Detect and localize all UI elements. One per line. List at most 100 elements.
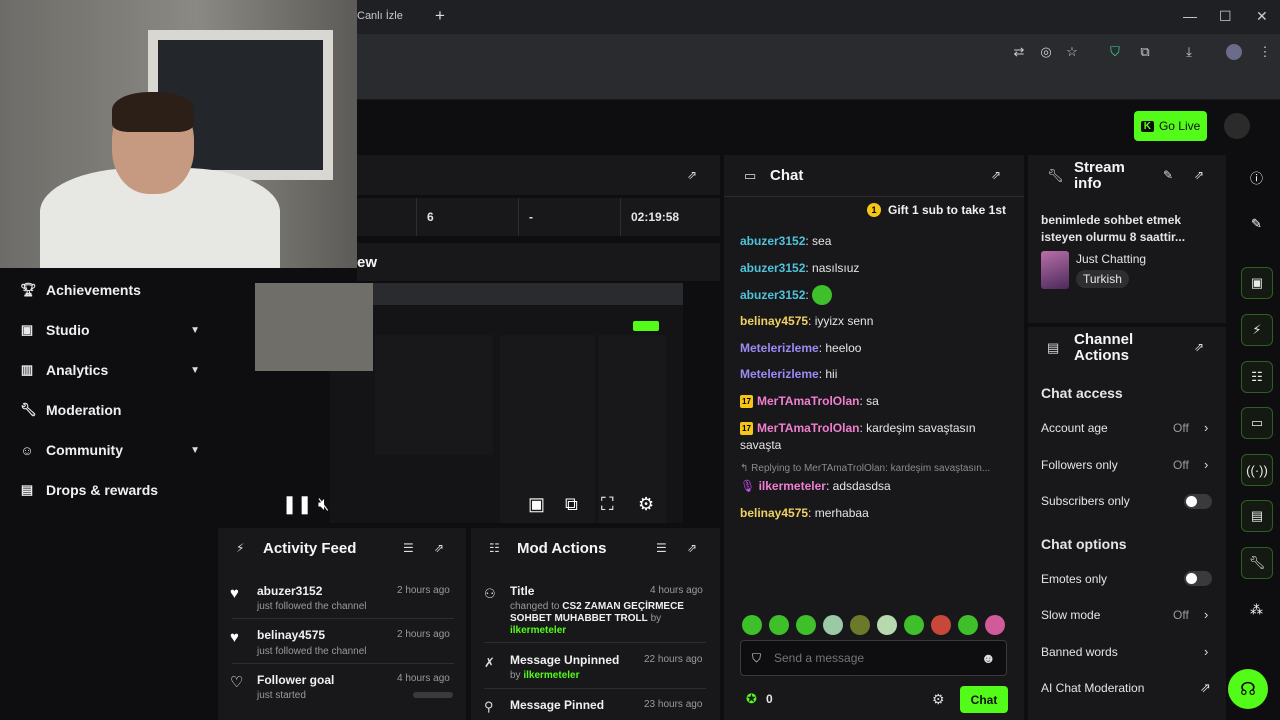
filter-icon[interactable]: ☰ (656, 541, 667, 555)
star-icon[interactable]: ☆ (1064, 44, 1080, 60)
new-tab-button[interactable]: + (435, 6, 445, 26)
kick-logo-icon: K (1140, 120, 1154, 132)
divider (484, 642, 706, 643)
chat-username[interactable]: MerTAmaTrolOlan (757, 394, 859, 408)
subscribers-only-toggle[interactable] (1184, 494, 1212, 509)
sidebar-item-analytics[interactable]: ▥ Analytics ▼ (20, 359, 200, 381)
sidebar-item-studio[interactable]: ▣ Studio ▼ (20, 319, 200, 341)
category-name[interactable]: Just Chatting (1076, 252, 1146, 266)
more-icon[interactable]: ⁂ (1250, 602, 1263, 618)
sidebar-item-drops[interactable]: ▤ Drops & rewards (20, 479, 200, 501)
translate-icon[interactable]: ⇄ (1011, 44, 1027, 60)
chat-username[interactable]: MerTAmaTrolOlan (757, 421, 859, 435)
help-headset-icon[interactable]: ☊ (1228, 669, 1268, 709)
slow-mode-label[interactable]: Slow mode (1041, 608, 1100, 622)
emote-icon[interactable] (985, 615, 1005, 635)
feed-item-sub: just followed the channel (257, 601, 367, 612)
chat-message-input[interactable] (774, 648, 974, 668)
chat-username[interactable]: ilkermeteler (759, 479, 826, 493)
settings-icon[interactable]: ⚙ (932, 691, 945, 708)
clip-icon[interactable]: ⧉ (565, 494, 578, 515)
feed-item-name: belinay4575 (257, 628, 326, 642)
user-avatar[interactable] (1224, 113, 1250, 139)
followers-only-value[interactable]: Off (1173, 458, 1189, 472)
popout-icon[interactable]: ⇗ (687, 541, 697, 555)
minimize-button[interactable]: — (1183, 8, 1197, 24)
popout-icon[interactable]: ⇗ (434, 541, 444, 555)
pause-icon[interactable]: ❚❚ (282, 494, 312, 515)
mod-item-user[interactable]: ilkermeteler (523, 670, 579, 681)
mute-icon[interactable]: 🔇︎ (318, 494, 329, 515)
broadcast-icon[interactable]: ((·)) (1241, 454, 1273, 486)
chat-username[interactable]: belinay4575 (740, 314, 808, 328)
chat-message: 🎙︎ ilkermeteler: adsdasdsa (740, 479, 891, 493)
chat-icon[interactable]: ▭ (1241, 407, 1273, 439)
chat-username[interactable]: abuzer3152 (740, 261, 805, 275)
profile-icon[interactable] (1226, 44, 1242, 60)
emotes-only-toggle[interactable] (1184, 571, 1212, 586)
preview-screen (255, 283, 683, 523)
emote-icon[interactable] (742, 615, 762, 635)
chat-username[interactable]: Metelerizleme (740, 367, 819, 381)
lightning-icon[interactable]: ⚡︎ (1241, 314, 1273, 346)
emote-bar (742, 615, 1005, 635)
chevron-right-icon[interactable]: › (1204, 607, 1208, 622)
emote-icon[interactable] (931, 615, 951, 635)
chat-username[interactable]: belinay4575 (740, 506, 808, 520)
chevron-right-icon[interactable]: › (1204, 457, 1208, 472)
points-icon[interactable]: ✪ (746, 691, 757, 707)
sidebar-item-community[interactable]: ☺ Community ▼ (20, 439, 200, 461)
popout-icon[interactable]: ⇗ (1194, 340, 1204, 354)
chevron-right-icon[interactable]: › (1204, 420, 1208, 435)
banned-words-label[interactable]: Banned words (1041, 645, 1118, 659)
shield-icon[interactable]: ⛉ (1107, 44, 1123, 60)
ai-moderation-label[interactable]: AI Chat Moderation (1041, 681, 1144, 695)
download-icon[interactable]: ⤓ (1181, 44, 1197, 60)
list-icon[interactable]: ☷ (1241, 361, 1273, 393)
extensions-icon[interactable]: ⧉ (1137, 44, 1153, 60)
slow-mode-value[interactable]: Off (1173, 608, 1189, 622)
filter-icon[interactable]: ☰ (403, 541, 414, 555)
wrench-icon[interactable]: 🔧︎ (1241, 547, 1273, 579)
emoji-icon[interactable]: ☻ (981, 650, 996, 666)
emote-icon[interactable] (769, 615, 789, 635)
chat-username[interactable]: Metelerizleme (740, 341, 819, 355)
account-age-label[interactable]: Account age (1041, 421, 1108, 435)
chat-username[interactable]: abuzer3152 (740, 287, 805, 304)
chat-message: abuzer3152: sea (740, 234, 832, 248)
popout-icon[interactable]: ⇗ (991, 168, 1001, 182)
emote-icon[interactable] (796, 615, 816, 635)
mod-item-user[interactable]: ilkermeteler (510, 625, 566, 636)
webcam-person-hair (112, 92, 194, 132)
edit-icon[interactable]: ✎ (1251, 216, 1262, 232)
emote-icon[interactable] (823, 615, 843, 635)
eye-off-icon[interactable]: ◎ (1038, 44, 1054, 60)
stream-icon[interactable]: ▤ (1241, 500, 1273, 532)
emote-icon[interactable] (958, 615, 978, 635)
theater-icon[interactable]: ▣ (528, 494, 545, 515)
popout-icon[interactable]: ⇗ (687, 168, 697, 182)
chevron-right-icon[interactable]: › (1204, 644, 1208, 659)
emote-icon[interactable] (877, 615, 897, 635)
gift-sub-banner[interactable]: 1 Gift 1 sub to take 1st (867, 203, 1006, 217)
maximize-button[interactable]: ☐ (1219, 8, 1232, 25)
chat-username[interactable]: abuzer3152 (740, 234, 805, 248)
followers-only-label[interactable]: Followers only (1041, 458, 1118, 472)
info-icon[interactable]: ⓘ (1250, 168, 1263, 187)
send-chat-button[interactable]: Chat (960, 686, 1008, 713)
emote-icon[interactable] (850, 615, 870, 635)
browser-tab-title[interactable]: Canlı İzle (357, 10, 403, 22)
popout-icon[interactable]: ⇗ (1194, 168, 1204, 182)
settings-icon[interactable]: ⚙ (638, 494, 654, 515)
fullscreen-icon[interactable]: ⛶ (601, 494, 614, 515)
emote-icon[interactable] (904, 615, 924, 635)
layout-icon[interactable]: ▣ (1241, 267, 1273, 299)
external-link-icon[interactable]: ⇗ (1200, 680, 1211, 696)
close-window-button[interactable]: ✕ (1256, 8, 1268, 25)
sidebar-item-moderation[interactable]: 🔧︎ Moderation (20, 399, 200, 421)
go-live-button[interactable]: K Go Live (1134, 111, 1207, 141)
sidebar-item-achievements[interactable]: 🏆︎ Achievements (20, 279, 200, 301)
account-age-value[interactable]: Off (1173, 421, 1189, 435)
menu-icon[interactable]: ⋮ (1257, 44, 1273, 60)
edit-icon[interactable]: ✎ (1163, 168, 1173, 182)
